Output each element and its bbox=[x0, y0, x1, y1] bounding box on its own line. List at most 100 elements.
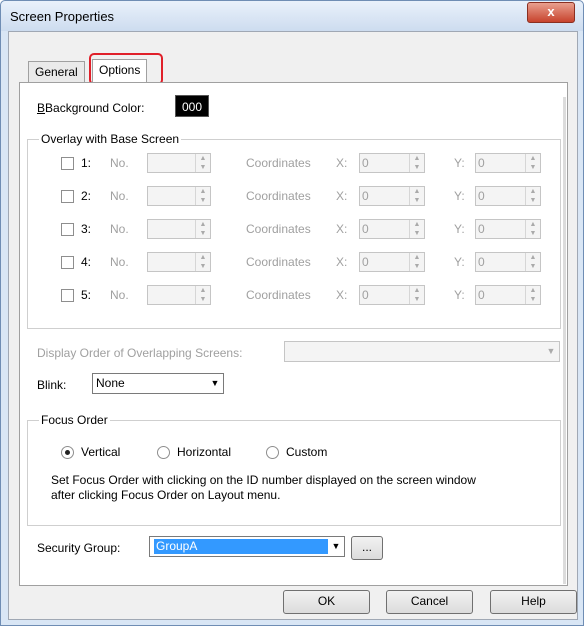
overlay-row-y-label: Y: bbox=[454, 288, 465, 302]
help-button[interactable]: Help bbox=[490, 590, 577, 614]
tab-general-label: General bbox=[35, 65, 78, 79]
screen-properties-dialog: Screen Properties x General Options BBac… bbox=[0, 0, 584, 626]
overlay-row-x-spinner[interactable]: 0 ▲ ▼ bbox=[359, 285, 425, 305]
display-order-dropdown[interactable]: ▼ bbox=[284, 341, 560, 362]
spinner-arrows-icon: ▲ ▼ bbox=[409, 286, 424, 304]
spinner-arrows-icon: ▲ ▼ bbox=[195, 187, 210, 205]
spinner-arrows-icon: ▲ ▼ bbox=[195, 220, 210, 238]
spinner-arrows-icon: ▲ ▼ bbox=[525, 220, 540, 238]
overlay-row-checkbox[interactable] bbox=[61, 157, 74, 170]
overlay-row-x-value: 0 bbox=[362, 222, 369, 236]
overlay-row-coordinates-label: Coordinates bbox=[246, 156, 311, 170]
overlay-row-x-label: X: bbox=[336, 255, 348, 269]
security-group-value: GroupA bbox=[154, 539, 328, 554]
overlay-row-coordinates-label: Coordinates bbox=[246, 288, 311, 302]
chevron-down-icon: ▼ bbox=[546, 346, 556, 356]
radio-vertical-label[interactable]: Vertical bbox=[81, 445, 120, 459]
overlay-group-title: Overlay with Base Screen bbox=[39, 132, 182, 146]
overlay-row-x-value: 0 bbox=[362, 255, 369, 269]
blink-dropdown[interactable]: None ▼ bbox=[92, 373, 224, 394]
overlay-row-number: 3: bbox=[81, 222, 92, 236]
overlay-row-no-spinner[interactable]: ▲ ▼ bbox=[147, 285, 211, 305]
options-tab-highlight bbox=[89, 53, 163, 85]
overlay-row-x-label: X: bbox=[336, 189, 348, 203]
spinner-arrows-icon: ▲ ▼ bbox=[195, 253, 210, 271]
radio-custom[interactable] bbox=[266, 446, 279, 459]
overlay-row-no-label: No. bbox=[110, 255, 129, 269]
chevron-down-icon: ▼ bbox=[210, 378, 220, 388]
overlay-row-checkbox[interactable] bbox=[61, 223, 74, 236]
radio-horizontal[interactable] bbox=[157, 446, 170, 459]
overlay-row-x-spinner[interactable]: 0 ▲ ▼ bbox=[359, 219, 425, 239]
overlay-row-y-label: Y: bbox=[454, 255, 465, 269]
overlay-row-no-spinner[interactable]: ▲ ▼ bbox=[147, 186, 211, 206]
close-icon: x bbox=[547, 4, 555, 19]
spinner-arrows-icon: ▲ ▼ bbox=[409, 253, 424, 271]
overlay-row-no-label: No. bbox=[110, 222, 129, 236]
overlay-row-checkbox[interactable] bbox=[61, 190, 74, 203]
overlay-row-y-label: Y: bbox=[454, 189, 465, 203]
window-title: Screen Properties bbox=[10, 9, 115, 24]
close-button[interactable]: x bbox=[527, 2, 575, 23]
spinner-arrows-icon: ▲ ▼ bbox=[195, 154, 210, 172]
overlay-row-number: 1: bbox=[81, 156, 92, 170]
focus-note-line2: after clicking Focus Order on Layout men… bbox=[51, 488, 281, 502]
overlay-row-x-value: 0 bbox=[362, 288, 369, 302]
overlay-row-y-value: 0 bbox=[478, 156, 485, 170]
overlay-row-number: 5: bbox=[81, 288, 92, 302]
overlay-row-no-spinner[interactable]: ▲ ▼ bbox=[147, 252, 211, 272]
overlay-row-y-value: 0 bbox=[478, 288, 485, 302]
security-browse-button[interactable]: ... bbox=[351, 536, 383, 560]
spinner-arrows-icon: ▲ ▼ bbox=[525, 187, 540, 205]
overlay-row-number: 4: bbox=[81, 255, 92, 269]
chevron-down-icon: ▼ bbox=[331, 541, 341, 551]
spinner-arrows-icon: ▲ ▼ bbox=[525, 286, 540, 304]
overlay-row-number: 2: bbox=[81, 189, 92, 203]
overlay-row-x-spinner[interactable]: 0 ▲ ▼ bbox=[359, 186, 425, 206]
focus-note-line1: Set Focus Order with clicking on the ID … bbox=[51, 473, 476, 487]
title-bar[interactable]: Screen Properties x bbox=[1, 1, 583, 31]
panel-edge bbox=[563, 97, 566, 584]
overlay-row-x-value: 0 bbox=[362, 189, 369, 203]
focus-order-title: Focus Order bbox=[39, 413, 110, 427]
background-color-label-text: Background Color: bbox=[45, 101, 145, 115]
radio-custom-label[interactable]: Custom bbox=[286, 445, 327, 459]
security-group-label: Security Group: bbox=[37, 541, 121, 555]
display-order-label: Display Order of Overlapping Screens: bbox=[37, 346, 243, 360]
overlay-row-checkbox[interactable] bbox=[61, 256, 74, 269]
background-color-label: BBackground Color: bbox=[37, 101, 145, 115]
spinner-arrows-icon: ▲ ▼ bbox=[525, 154, 540, 172]
overlay-row-y-value: 0 bbox=[478, 222, 485, 236]
security-group-dropdown[interactable]: GroupA ▼ bbox=[149, 536, 345, 557]
overlay-row-y-value: 0 bbox=[478, 189, 485, 203]
overlay-row-coordinates-label: Coordinates bbox=[246, 189, 311, 203]
overlay-row-y-spinner[interactable]: 0 ▲ ▼ bbox=[475, 186, 541, 206]
overlay-row-y-spinner[interactable]: 0 ▲ ▼ bbox=[475, 285, 541, 305]
spinner-arrows-icon: ▲ ▼ bbox=[409, 154, 424, 172]
overlay-row-x-label: X: bbox=[336, 156, 348, 170]
overlay-row-coordinates-label: Coordinates bbox=[246, 222, 311, 236]
overlay-row-y-value: 0 bbox=[478, 255, 485, 269]
spinner-arrows-icon: ▲ ▼ bbox=[409, 187, 424, 205]
overlay-row-no-label: No. bbox=[110, 156, 129, 170]
overlay-row-y-spinner[interactable]: 0 ▲ ▼ bbox=[475, 153, 541, 173]
overlay-row-x-spinner[interactable]: 0 ▲ ▼ bbox=[359, 252, 425, 272]
blink-value: None bbox=[96, 376, 125, 390]
ok-button[interactable]: OK bbox=[283, 590, 370, 614]
cancel-button[interactable]: Cancel bbox=[386, 590, 473, 614]
overlay-row-no-spinner[interactable]: ▲ ▼ bbox=[147, 153, 211, 173]
overlay-row-y-label: Y: bbox=[454, 222, 465, 236]
overlay-row-x-label: X: bbox=[336, 288, 348, 302]
overlay-row-y-spinner[interactable]: 0 ▲ ▼ bbox=[475, 219, 541, 239]
overlay-row-y-label: Y: bbox=[454, 156, 465, 170]
background-color-swatch[interactable]: 000 bbox=[175, 95, 209, 117]
overlay-row-x-label: X: bbox=[336, 222, 348, 236]
tab-general[interactable]: General bbox=[28, 61, 85, 82]
overlay-row-y-spinner[interactable]: 0 ▲ ▼ bbox=[475, 252, 541, 272]
overlay-row-checkbox[interactable] bbox=[61, 289, 74, 302]
overlay-row-no-label: No. bbox=[110, 189, 129, 203]
overlay-row-x-spinner[interactable]: 0 ▲ ▼ bbox=[359, 153, 425, 173]
radio-vertical[interactable] bbox=[61, 446, 74, 459]
radio-horizontal-label[interactable]: Horizontal bbox=[177, 445, 231, 459]
overlay-row-no-spinner[interactable]: ▲ ▼ bbox=[147, 219, 211, 239]
